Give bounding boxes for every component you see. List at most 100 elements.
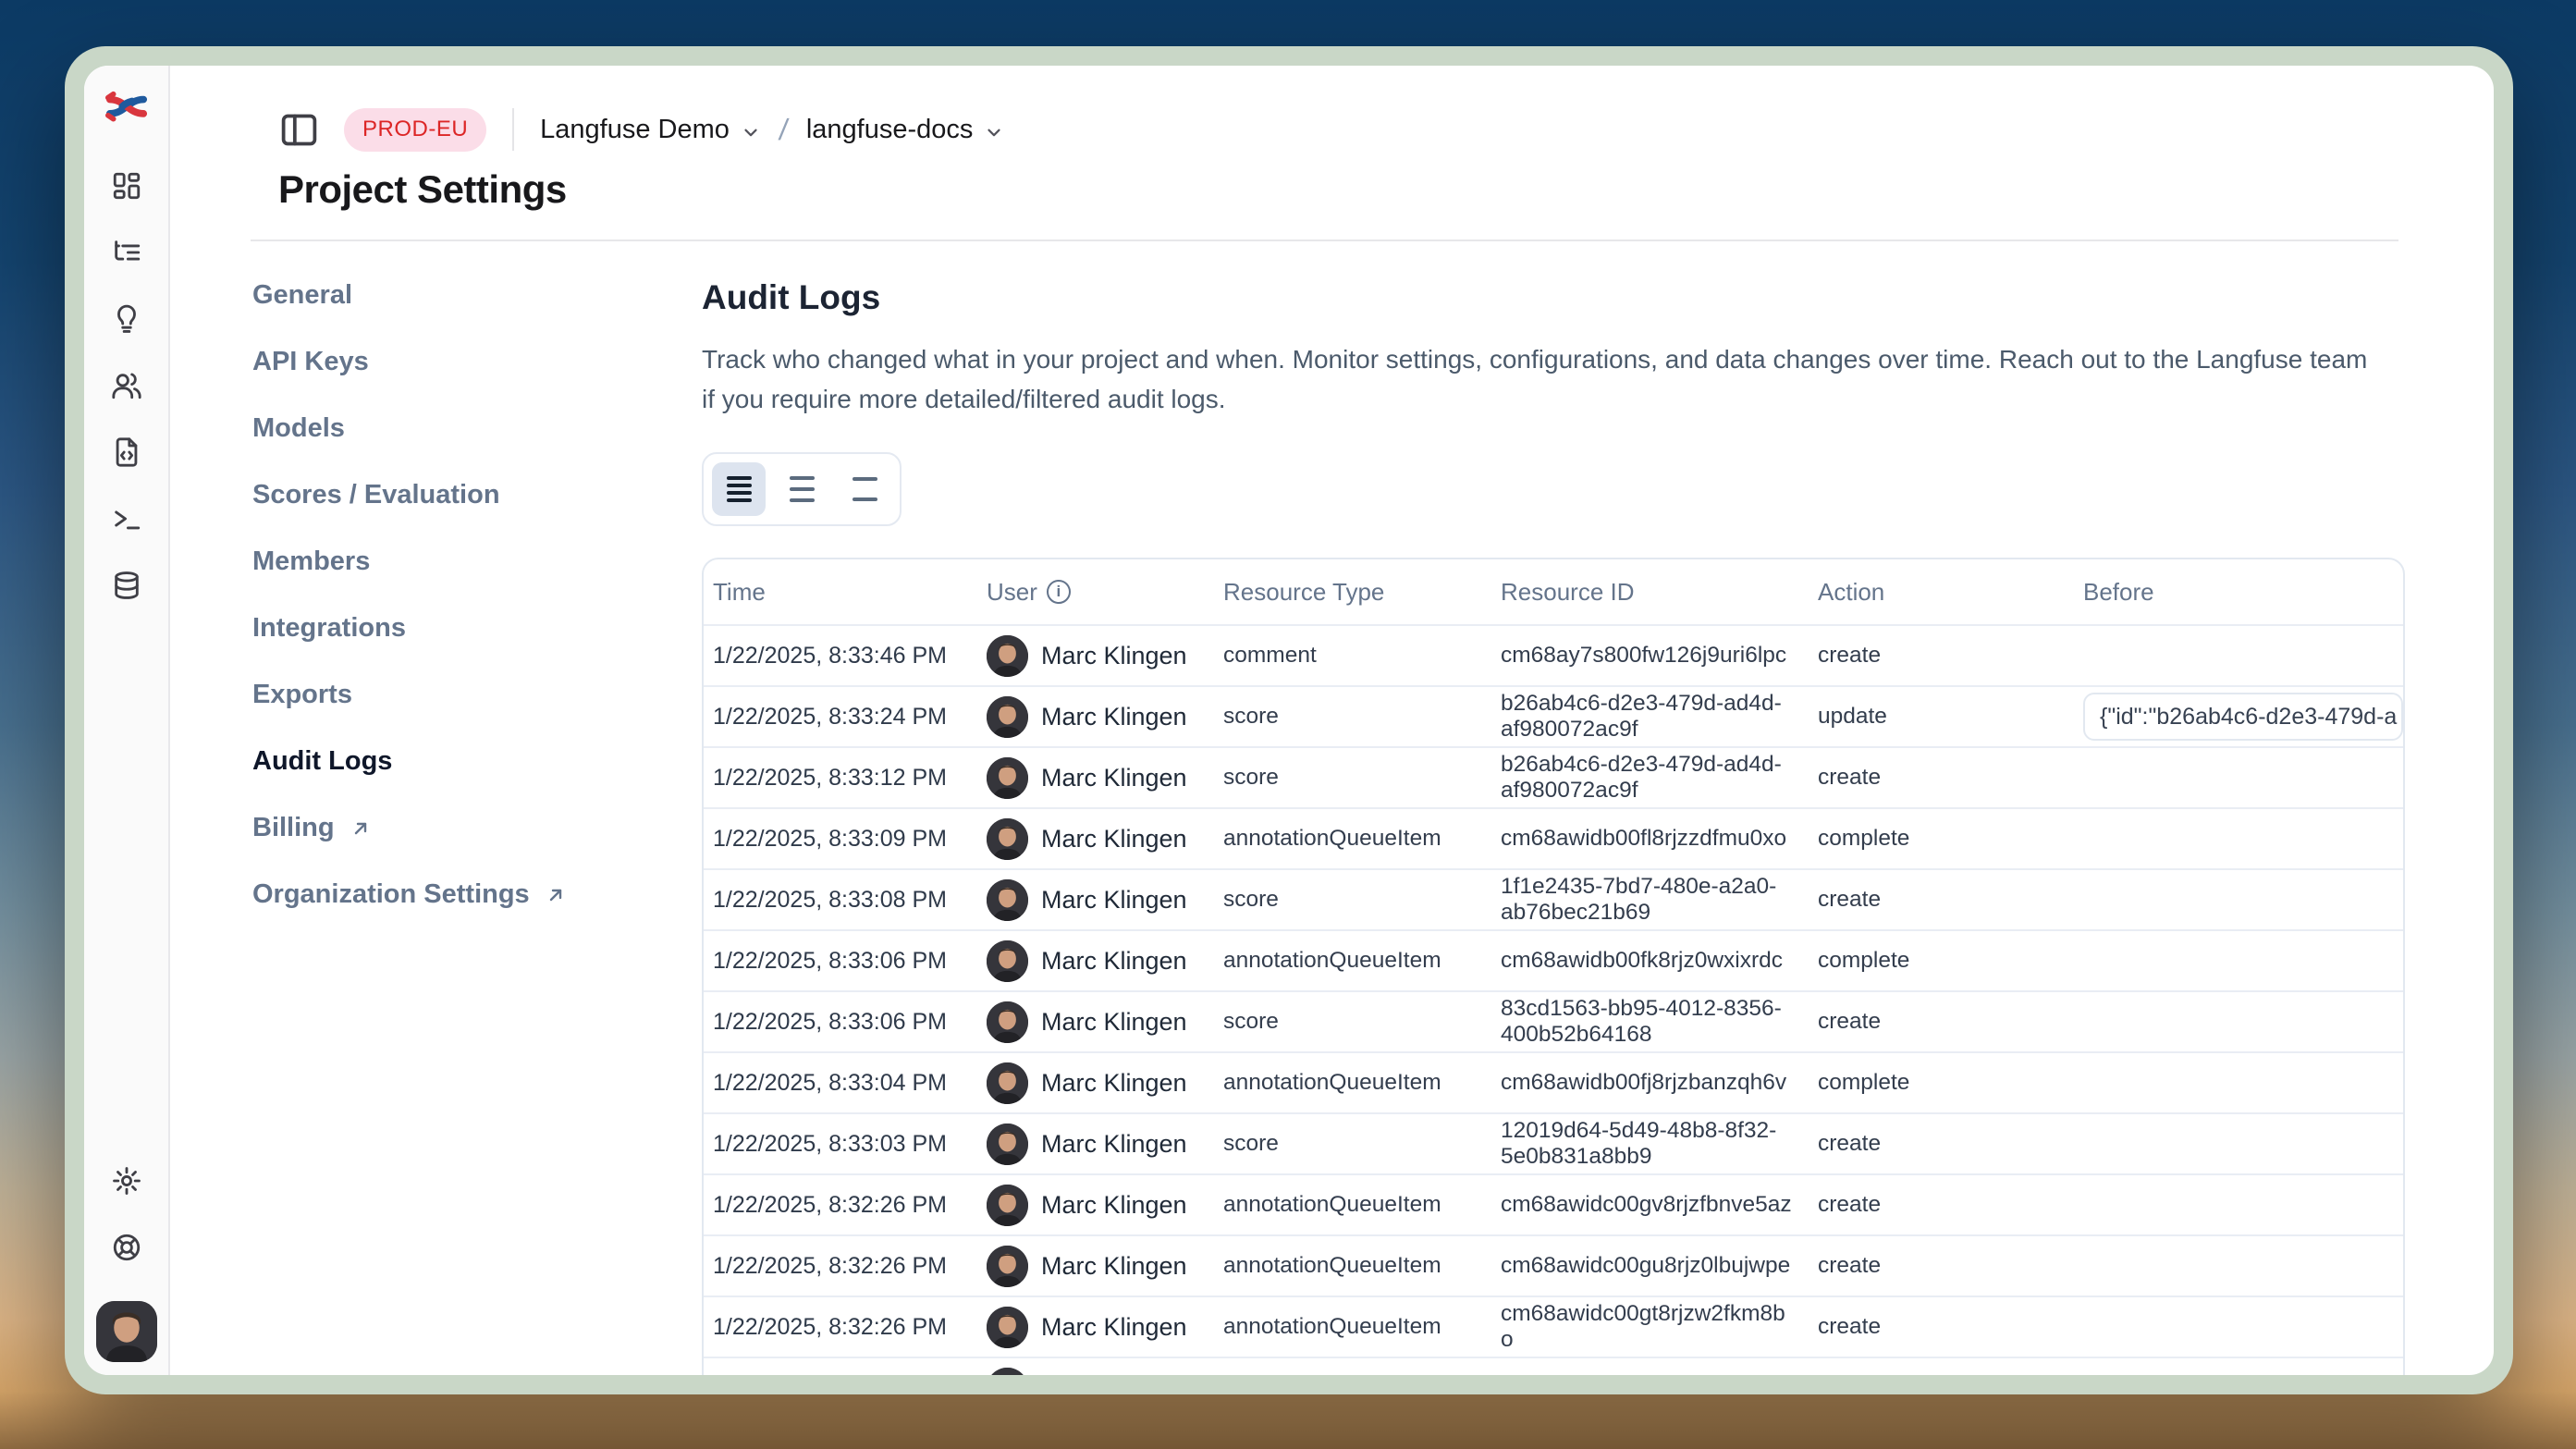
column-header-resource-id[interactable]: Resource ID — [1491, 578, 1809, 607]
settings-nav-item-models[interactable]: Models — [251, 395, 702, 461]
user-avatar — [987, 940, 1028, 982]
settings-nav-label: Billing — [252, 813, 335, 843]
audit-log-row[interactable]: 1/22/2025, 8:32:26 PM Marc Klingen annot… — [704, 1357, 2403, 1375]
users-icon[interactable] — [111, 370, 142, 401]
app-window-frame: PROD-EU Langfuse Demo / langfuse-docs — [65, 46, 2513, 1394]
cell-time: 1/22/2025, 8:32:26 PM — [704, 1314, 977, 1341]
settings-nav-item-general[interactable]: General — [251, 262, 702, 328]
cell-action: complete — [1809, 948, 2074, 974]
cell-resource-type: annotationQueueItem — [1214, 1192, 1491, 1218]
langfuse-logo-icon[interactable] — [105, 90, 148, 125]
cell-user: Marc Klingen — [977, 1246, 1214, 1287]
user-avatar[interactable] — [96, 1301, 157, 1362]
user-name: Marc Klingen — [1041, 1313, 1187, 1342]
cell-action: create — [1809, 643, 2074, 669]
sidebar-toggle-icon[interactable] — [278, 109, 320, 151]
column-header-before[interactable]: Before — [2074, 578, 2403, 607]
cell-resource-type: score — [1214, 704, 1491, 730]
column-header-user[interactable]: User i — [977, 578, 1214, 607]
cell-user: Marc Klingen — [977, 940, 1214, 982]
cell-user: Marc Klingen — [977, 818, 1214, 860]
settings-nav-item-organization-settings[interactable]: Organization Settings — [251, 861, 702, 927]
cell-resource-id: cm68awidc00gu8rjz0lbujwpe — [1491, 1253, 1809, 1279]
user-name: Marc Klingen — [1041, 1069, 1187, 1098]
app-window: PROD-EU Langfuse Demo / langfuse-docs — [84, 66, 2494, 1375]
cell-action: create — [1809, 1192, 2074, 1218]
before-json-preview[interactable]: {"id":"b26ab4c6-d2e3-479d-a — [2083, 693, 2403, 741]
sidebar-rail-bottom — [96, 1148, 157, 1362]
audit-log-row[interactable]: 1/22/2025, 8:33:46 PM Marc Klingen comme… — [704, 624, 2403, 685]
section-description: Track who changed what in your project a… — [702, 339, 2385, 419]
cell-time: 1/22/2025, 8:32:26 PM — [704, 1375, 977, 1376]
settings-nav-item-members[interactable]: Members — [251, 528, 702, 595]
user-avatar — [987, 635, 1028, 677]
cell-action: complete — [1809, 1070, 2074, 1096]
audit-log-row[interactable]: 1/22/2025, 8:33:09 PM Marc Klingen annot… — [704, 807, 2403, 868]
playground-terminal-icon[interactable] — [111, 503, 142, 534]
dashboard-grid-icon[interactable] — [111, 170, 142, 202]
audit-log-row[interactable]: 1/22/2025, 8:32:26 PM Marc Klingen annot… — [704, 1234, 2403, 1296]
user-avatar — [987, 1062, 1028, 1104]
cell-action: complete — [1809, 826, 2074, 852]
audit-log-row[interactable]: 1/22/2025, 8:33:08 PM Marc Klingen score… — [704, 868, 2403, 929]
cell-resource-id: cm68awidc00gv8rjzfbnve5az — [1491, 1192, 1809, 1218]
settings-nav-item-api-keys[interactable]: API Keys — [251, 328, 702, 395]
settings-nav-item-integrations[interactable]: Integrations — [251, 595, 702, 661]
column-header-action[interactable]: Action — [1809, 578, 2074, 607]
audit-log-row[interactable]: 1/22/2025, 8:33:06 PM Marc Klingen score… — [704, 990, 2403, 1051]
cell-time: 1/22/2025, 8:33:06 PM — [704, 1009, 977, 1036]
audit-log-row[interactable]: 1/22/2025, 8:33:06 PM Marc Klingen annot… — [704, 929, 2403, 990]
cell-resource-id: cm68awidb00fl8rjzzdfmu0xo — [1491, 826, 1809, 852]
audit-logs-panel: Audit Logs Track who changed what in you… — [702, 241, 2403, 1375]
user-avatar — [987, 818, 1028, 860]
settings-nav-item-audit-logs[interactable]: Audit Logs — [251, 728, 702, 794]
prompts-lightbulb-icon[interactable] — [111, 303, 142, 335]
database-icon[interactable] — [111, 570, 142, 601]
settings-nav-item-billing[interactable]: Billing — [251, 794, 702, 861]
cell-action: create — [1809, 1253, 2074, 1279]
support-life-ring-icon[interactable] — [111, 1232, 142, 1263]
cell-time: 1/22/2025, 8:33:04 PM — [704, 1070, 977, 1097]
audit-log-row[interactable]: 1/22/2025, 8:33:03 PM Marc Klingen score… — [704, 1112, 2403, 1173]
user-name: Marc Klingen — [1041, 947, 1187, 976]
user-name: Marc Klingen — [1041, 825, 1187, 853]
user-name: Marc Klingen — [1041, 886, 1187, 915]
project-name: langfuse-docs — [806, 115, 974, 145]
row-height-medium-button[interactable] — [775, 462, 828, 516]
settings-nav-label: Integrations — [252, 613, 406, 644]
audit-log-row[interactable]: 1/22/2025, 8:33:24 PM Marc Klingen score… — [704, 685, 2403, 746]
audit-log-row[interactable]: 1/22/2025, 8:32:26 PM Marc Klingen annot… — [704, 1173, 2403, 1234]
audit-log-row[interactable]: 1/22/2025, 8:33:12 PM Marc Klingen score… — [704, 746, 2403, 807]
info-icon[interactable]: i — [1047, 580, 1071, 604]
row-height-dense-button[interactable] — [712, 462, 766, 516]
cell-time: 1/22/2025, 8:33:06 PM — [704, 948, 977, 975]
settings-gear-icon[interactable] — [111, 1165, 142, 1197]
cell-action: update — [1809, 704, 2074, 730]
user-name: Marc Klingen — [1041, 1130, 1187, 1159]
audit-log-row[interactable]: 1/22/2025, 8:32:26 PM Marc Klingen annot… — [704, 1296, 2403, 1357]
audit-log-row[interactable]: 1/22/2025, 8:33:04 PM Marc Klingen annot… — [704, 1051, 2403, 1112]
org-breadcrumb[interactable]: Langfuse Demo — [540, 115, 761, 145]
column-header-time[interactable]: Time — [704, 578, 977, 607]
page-title: Project Settings — [278, 167, 2401, 212]
datasets-file-code-icon[interactable] — [111, 436, 142, 468]
environment-badge[interactable]: PROD-EU — [344, 108, 486, 152]
settings-nav-label: Scores / Evaluation — [252, 480, 500, 510]
cell-resource-id: 83cd1563-bb95-4012-8356-400b52b64168 — [1491, 996, 1809, 1048]
cell-resource-type: annotationQueueItem — [1214, 1314, 1491, 1340]
cell-resource-type: score — [1214, 1131, 1491, 1157]
settings-nav-item-exports[interactable]: Exports — [251, 661, 702, 728]
project-breadcrumb[interactable]: langfuse-docs — [806, 115, 1005, 145]
column-header-resource-type[interactable]: Resource Type — [1214, 578, 1491, 607]
settings-nav-label: API Keys — [252, 347, 369, 377]
settings-nav-item-scores-evaluation[interactable]: Scores / Evaluation — [251, 461, 702, 528]
settings-nav-label: Models — [252, 413, 345, 444]
cell-time: 1/22/2025, 8:32:26 PM — [704, 1253, 977, 1280]
row-height-tall-button[interactable] — [838, 462, 891, 516]
user-avatar — [987, 757, 1028, 799]
tracing-tree-icon[interactable] — [111, 237, 142, 268]
cell-user: Marc Klingen — [977, 1185, 1214, 1226]
cell-time: 1/22/2025, 8:33:03 PM — [704, 1131, 977, 1158]
cell-resource-type: score — [1214, 765, 1491, 791]
cell-action: create — [1809, 765, 2074, 791]
